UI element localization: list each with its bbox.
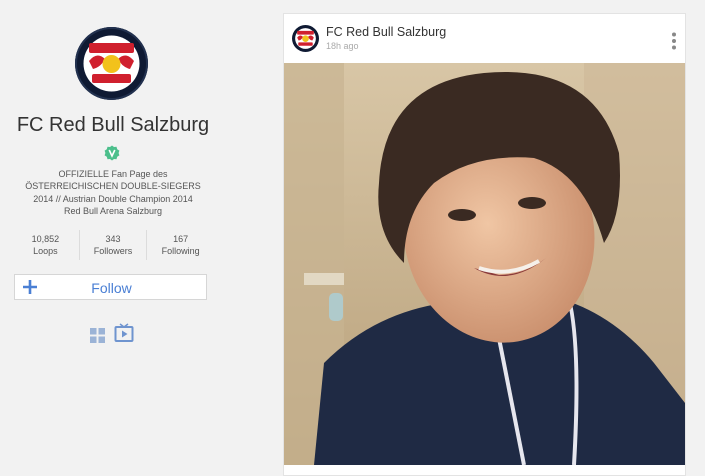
red-bull-salzburg-logo [77,29,146,98]
stat-label: Following [161,246,200,256]
stat-value: 167 [173,234,189,244]
bio-line: ÖSTERREICHISCHEN DOUBLE-SIEGERS [25,181,201,192]
bio-line: 2014 // Austrian Double Champion 2014 [33,193,193,204]
bio-line: Red Bull Arena Salzburg [63,206,163,217]
more-vertical-icon[interactable] [671,32,677,50]
post-video[interactable] [284,63,685,465]
stat-label: Loops [33,246,58,256]
follow-button[interactable]: Follow [14,274,207,300]
post-card: FC Red Bull Salzburg 18h ago [283,13,686,476]
video-view-icon[interactable] [114,323,134,343]
stat-loops[interactable]: 10,852 Loops [12,230,79,260]
red-bull-salzburg-logo [292,25,319,52]
stat-value: 343 [105,234,121,244]
profile-avatar[interactable] [75,27,148,100]
stat-value: 10,852 [31,234,60,244]
stat-label: Followers [93,246,133,256]
stat-following[interactable]: 167 Following [146,230,214,260]
stat-followers[interactable]: 343 Followers [78,230,147,260]
profile-panel: FC Red Bull Salzburg OFFIZIELLE Fan Page… [0,0,226,476]
profile-name: FC Red Bull Salzburg [16,114,210,136]
profile-bio: OFFIZIELLE Fan Page des ÖSTERREICHISCHEN… [8,168,218,218]
video-thumbnail [284,63,685,465]
profile-stats: 10,852 Loops 343 Followers 167 Following [12,230,214,260]
post-author-name[interactable]: FC Red Bull Salzburg [326,25,446,39]
grid-view-icon[interactable] [88,325,108,345]
bio-line: OFFIZIELLE Fan Page des [58,169,168,179]
post-timestamp[interactable]: 18h ago [326,41,359,51]
follow-label: Follow [91,280,132,296]
verified-badge-icon [104,145,120,161]
post-author-avatar[interactable] [292,25,319,52]
